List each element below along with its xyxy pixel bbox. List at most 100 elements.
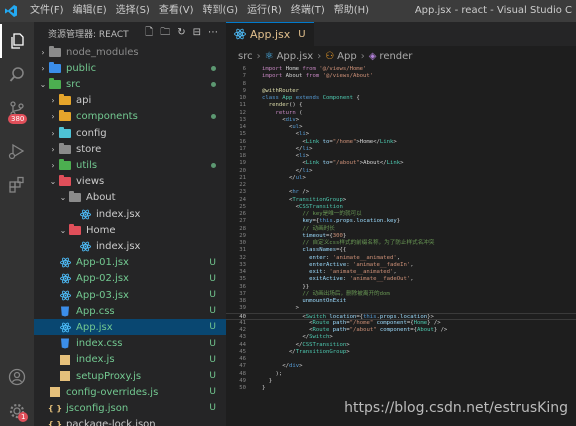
menu-item[interactable]: 运行(R): [247, 0, 282, 22]
code-line[interactable]: 47 </div>: [226, 363, 576, 370]
code-line[interactable]: 10 class App extends Component {: [226, 95, 576, 102]
code-line[interactable]: 16 <Link to="/home">Home</Link>: [226, 139, 576, 146]
account-icon[interactable]: [0, 360, 34, 394]
menu-item[interactable]: 文件(F): [30, 0, 64, 22]
code-line[interactable]: 15 <li>: [226, 131, 576, 138]
tree-folder[interactable]: › config: [34, 125, 226, 141]
code-line[interactable]: 24 <TransitionGroup>: [226, 197, 576, 204]
code-line[interactable]: 39 >: [226, 305, 576, 312]
modified-dot-icon: [211, 162, 216, 168]
code-line[interactable]: 14 <ul>: [226, 124, 576, 131]
code-token: Component: [322, 95, 357, 101]
code-line[interactable]: 8: [226, 81, 576, 88]
tree-file[interactable]: index.css U: [34, 336, 226, 352]
tree-file[interactable]: setupProxy.js U: [34, 368, 226, 384]
menu-item[interactable]: 编辑(E): [73, 0, 107, 22]
code-line[interactable]: 6 import Home from '@/views/Home': [226, 66, 576, 73]
code-line[interactable]: 12 return (: [226, 110, 576, 117]
code-line[interactable]: 32 enter: 'animate__animated',: [226, 255, 576, 262]
extensions-icon[interactable]: [0, 168, 34, 202]
tree-file[interactable]: { } package-lock.json: [34, 417, 226, 426]
tree-file[interactable]: config-overrides.js U: [34, 384, 226, 400]
code-line[interactable]: 42 <Route path="/about" component={About…: [226, 327, 576, 334]
code-line[interactable]: 36 }}: [226, 284, 576, 291]
code-line[interactable]: 26 // key是唯一的就可以: [226, 211, 576, 218]
code-line[interactable]: 49 }: [226, 378, 576, 385]
tree-folder[interactable]: ⌄ views: [34, 174, 226, 190]
breadcrumb-item-src[interactable]: src: [238, 51, 253, 62]
tree-file[interactable]: App.css U: [34, 303, 226, 319]
code-line[interactable]: 21 </ul>: [226, 175, 576, 182]
tree-folder[interactable]: › public: [34, 60, 226, 76]
source-control-icon[interactable]: 380: [0, 92, 34, 126]
new-file-icon[interactable]: 🗋: [145, 26, 153, 40]
search-icon[interactable]: [0, 58, 34, 92]
menu-item[interactable]: 选择(S): [116, 0, 150, 22]
tree-folder[interactable]: › store: [34, 141, 226, 157]
tree-folder[interactable]: › utils: [34, 157, 226, 173]
menu-item[interactable]: 查看(V): [159, 0, 194, 22]
tree-file[interactable]: App.jsx U: [34, 319, 226, 336]
tree-file[interactable]: { } jsconfig.json U: [34, 400, 226, 416]
more-actions-icon[interactable]: ⋯: [208, 26, 218, 40]
code-line[interactable]: 19 <Link to="/about">About</Link>: [226, 160, 576, 167]
code-line[interactable]: 17 </li>: [226, 146, 576, 153]
collapse-all-icon[interactable]: ⊟: [193, 26, 201, 40]
code-line[interactable]: 7 import About from '@/views/About': [226, 73, 576, 80]
new-folder-icon[interactable]: 🗀: [160, 26, 170, 40]
code-line[interactable]: 13 <div>: [226, 117, 576, 124]
code-token: ,: [396, 254, 401, 261]
tree-folder[interactable]: ⌄ src: [34, 76, 226, 92]
code-line[interactable]: 38 unmountOnExit: [226, 298, 576, 305]
code-line[interactable]: 22: [226, 182, 576, 189]
tree-file[interactable]: App-01.jsx U: [34, 255, 226, 271]
tree-folder[interactable]: › components: [34, 109, 226, 125]
refresh-icon[interactable]: ↻: [177, 26, 185, 40]
code-line[interactable]: 28 // 动画时长: [226, 226, 576, 233]
code-line[interactable]: 44 </CSSTransition>: [226, 342, 576, 349]
code-line[interactable]: 35 exitActive: 'animate__fadeOut',: [226, 276, 576, 283]
code-line[interactable]: 18 <li>: [226, 153, 576, 160]
tree-file[interactable]: App-02.jsx U: [34, 271, 226, 287]
code-line[interactable]: 31 classNames={{: [226, 247, 576, 254]
code-line[interactable]: 9 @withRouter: [226, 88, 576, 95]
code-line[interactable]: 30 // 自定义css样式的前缀名称，为了防止样式名冲突: [226, 240, 576, 247]
code-token: ,: [410, 276, 414, 283]
code-line[interactable]: 40 <Switch location={this.props.location…: [226, 312, 576, 320]
code-line[interactable]: 33 enterActive: 'animate__fadeIn',: [226, 262, 576, 269]
code-line[interactable]: 45 </TransitionGroup>: [226, 349, 576, 356]
tab-app-jsx[interactable]: App.jsx U: [226, 22, 314, 46]
menu-item[interactable]: 终端(T): [291, 0, 325, 22]
menu-item[interactable]: 帮助(H): [334, 0, 369, 22]
breadcrumb-item-class[interactable]: App: [337, 51, 357, 62]
explorer-icon[interactable]: [0, 24, 34, 58]
code-line[interactable]: 29 timeout={300}: [226, 233, 576, 240]
tree-folder[interactable]: › node_modules: [34, 44, 226, 60]
tree-file[interactable]: index.jsx: [34, 238, 226, 254]
tree-folder[interactable]: ⌄ Home: [34, 222, 226, 238]
code-line[interactable]: 41 <Route path="/home" component={Home} …: [226, 320, 576, 327]
code-line[interactable]: 20 </li>: [226, 168, 576, 175]
code-line[interactable]: 25 <CSSTransition: [226, 204, 576, 211]
breadcrumb-item-file[interactable]: App.jsx: [277, 51, 314, 62]
menu-item[interactable]: 转到(G): [203, 0, 239, 22]
run-debug-icon[interactable]: [0, 134, 34, 168]
code-line[interactable]: 23 <hr />: [226, 189, 576, 196]
code-line[interactable]: 46: [226, 356, 576, 363]
code-line[interactable]: 50}: [226, 385, 576, 392]
code-line[interactable]: 37 // 动画出场后，删除被离开的dom: [226, 291, 576, 298]
code-line[interactable]: 34 exit: 'animate__animated',: [226, 269, 576, 276]
code-editor[interactable]: 6 import Home from '@/views/Home' 7 import …: [226, 66, 576, 426]
code-line[interactable]: 48 );: [226, 371, 576, 378]
code-text: key={this.props.location.key}: [262, 218, 400, 225]
code-line[interactable]: 27 key={this.props.location.key}: [226, 218, 576, 225]
tree-file[interactable]: index.jsx: [34, 206, 226, 222]
breadcrumb-item-method[interactable]: render: [379, 51, 412, 62]
code-line[interactable]: 43 </Switch>: [226, 334, 576, 341]
tree-file[interactable]: index.js U: [34, 352, 226, 368]
tree-file[interactable]: App-03.jsx U: [34, 287, 226, 303]
settings-icon[interactable]: 1: [0, 394, 34, 426]
code-line[interactable]: 11 render() {: [226, 102, 576, 109]
tree-folder[interactable]: ⌄ About: [34, 190, 226, 206]
tree-folder[interactable]: › api: [34, 93, 226, 109]
